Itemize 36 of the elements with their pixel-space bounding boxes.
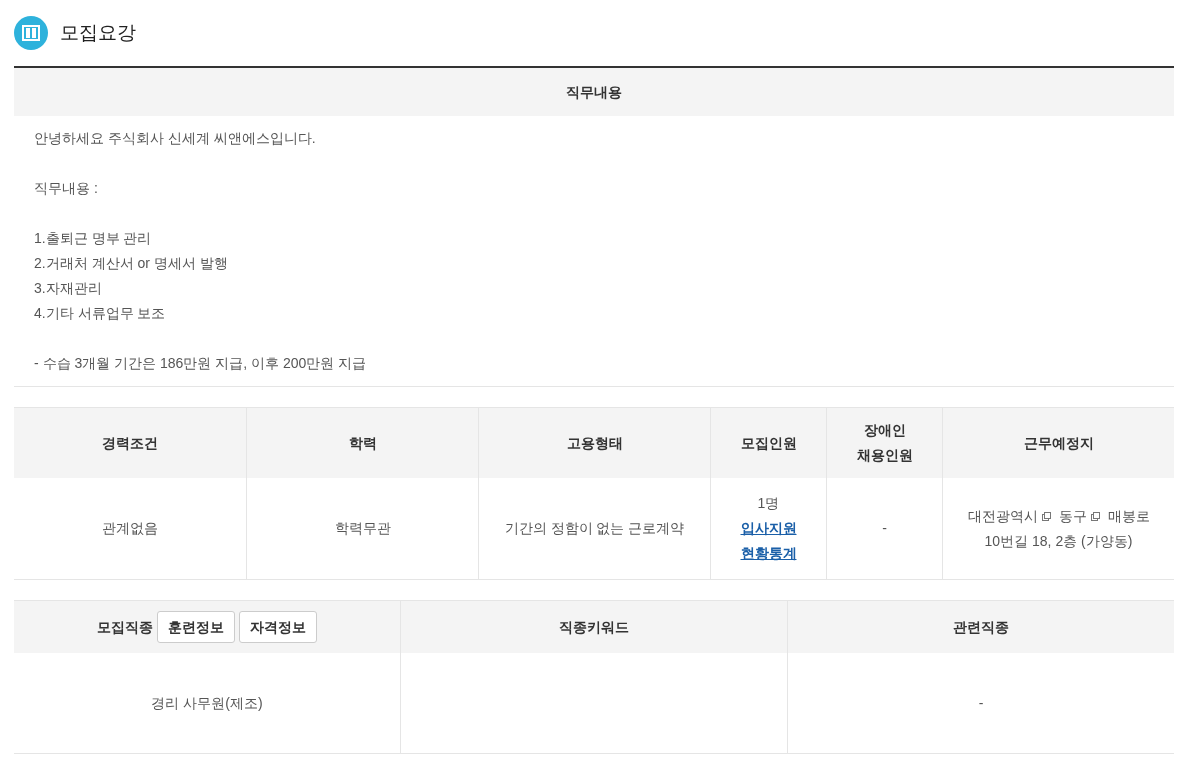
table-cell-text: 기간의 정함이 없는 근로계약 [504,519,685,538]
address-text: 10번길 18, 2층 (가양동) [984,531,1133,551]
book-icon [14,16,48,50]
table-cell-text: - [882,519,887,538]
table-cell-text: 관계없음 [102,519,158,538]
table-cell-text: 경리 사무원(제조) [151,693,263,713]
column-header: 직무내용 [566,82,622,102]
column-header: 채용인원 [856,446,913,465]
table-cell-text: 1명 [757,494,780,513]
address-text: 동구 [1058,506,1087,526]
column-header: 모집직종 [97,617,153,637]
address-text: 대전광역시 [967,506,1038,526]
description-text: 1.출퇴근 명부 관리 [34,229,153,248]
column-header: 근무예정지 [1023,433,1094,453]
description-text: 직무내용 : [34,179,99,198]
column-header: 모집인원 [740,433,797,453]
description-text: 3.자재관리 [34,279,103,298]
description-text: 4.기타 서류업무 보조 [34,304,167,323]
column-header: 학력 [348,433,377,453]
column-header: 장애인 [863,421,906,440]
column-header: 고용형태 [566,433,623,453]
popup-icon[interactable] [1090,511,1100,521]
column-header: 경력조건 [102,433,158,453]
statistics-link[interactable]: 입사지원 현황통계 [738,516,799,566]
info-button[interactable]: 훈련정보 [157,611,235,643]
table-cell-text: 학력무관 [334,519,391,538]
description-text: 안녕하세요 주식회사 신세계 씨앤에스입니다. [34,129,317,148]
column-header: 직종키워드 [559,617,629,637]
section-title: 모집요강 [60,20,136,45]
table-cell-text: - [978,693,984,713]
popup-icon[interactable] [1041,511,1051,521]
description-text: 2.거래처 계산서 or 명세서 발행 [34,254,229,273]
description-text: - 수습 3개월 기간은 186만원 지급, 이후 200만원 지급 [34,354,368,373]
column-header: 관련직종 [953,617,1009,637]
info-button[interactable]: 자격정보 [239,611,317,643]
address-text: 매봉로 [1107,506,1150,526]
